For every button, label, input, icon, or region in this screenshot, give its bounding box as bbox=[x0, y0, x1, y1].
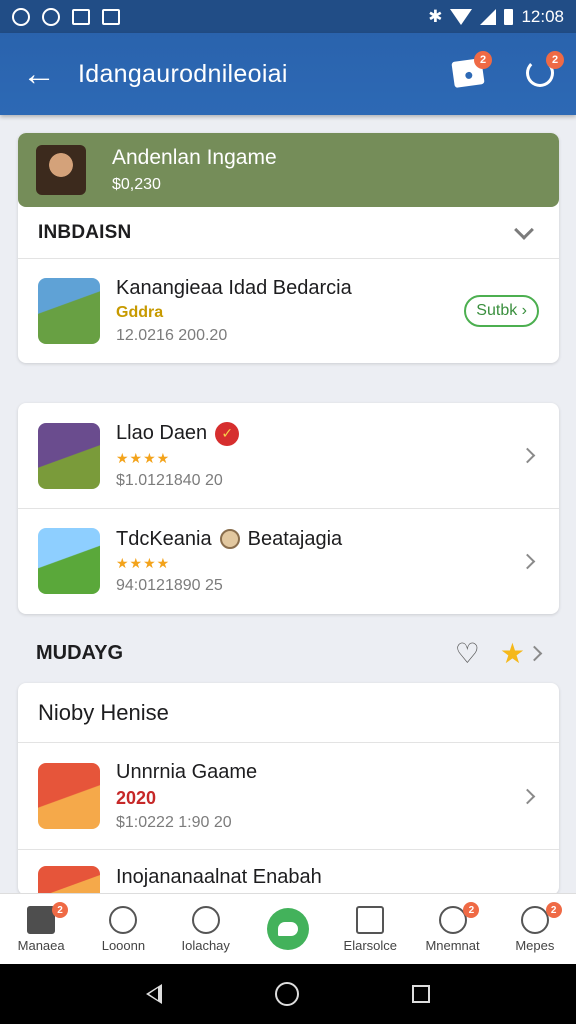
list-item[interactable]: TdcKeania Beatajagia ★★★★ 94:0121890 25 bbox=[18, 508, 559, 613]
history-card: Nioby Henise Unnrnia Gaame 2020 $1:0222 … bbox=[18, 683, 559, 895]
list-item[interactable]: Kanangieaa Idad Bedarcia Gddra 12.0216 2… bbox=[18, 259, 559, 363]
nav-chat[interactable] bbox=[247, 894, 329, 964]
signal-icon bbox=[480, 8, 497, 25]
gallery-icon bbox=[72, 8, 90, 25]
game-thumbnail bbox=[38, 278, 100, 344]
item-year: 2020 bbox=[116, 787, 157, 808]
item-title-row: TdcKeania Beatajagia bbox=[116, 528, 522, 551]
refresh-button[interactable]: 2 bbox=[520, 51, 564, 93]
system-nav-bar bbox=[0, 964, 576, 1024]
nav-friends[interactable]: Iolachay bbox=[165, 894, 247, 964]
users-icon bbox=[191, 905, 220, 934]
chevron-down-icon[interactable] bbox=[514, 219, 534, 240]
bluetooth-icon: ✱ bbox=[428, 6, 443, 26]
system-recents-icon[interactable] bbox=[411, 985, 430, 1003]
rating-stars: ★★★★ bbox=[116, 554, 171, 571]
featured-card: Andenlan Ingame $0,230 INBDAISN Kanangie… bbox=[18, 133, 559, 363]
system-home-icon[interactable] bbox=[274, 982, 299, 1006]
heart-icon[interactable]: ♡ bbox=[455, 637, 480, 670]
card-title: Nioby Henise bbox=[18, 683, 559, 743]
refresh-badge: 2 bbox=[546, 51, 564, 69]
item-title: TdcKeania bbox=[116, 527, 212, 550]
item-meta: 12.0216 200.20 bbox=[116, 327, 228, 344]
chevron-right-icon bbox=[519, 553, 536, 569]
item-meta: $1.0121840 20 bbox=[116, 471, 223, 489]
featured-title: Andenlan Ingame bbox=[112, 146, 277, 169]
nav-label: Manaea bbox=[17, 937, 65, 953]
page-title: Idangaurodnileoiai bbox=[78, 59, 288, 88]
section-label: MUDAYG bbox=[36, 641, 124, 664]
featured-price: $0,230 bbox=[112, 176, 161, 193]
item-tag: Gddra bbox=[116, 304, 164, 321]
notification-icon bbox=[12, 7, 30, 26]
nav-docs[interactable]: Elarsolce bbox=[329, 894, 411, 964]
message-icon bbox=[520, 905, 549, 934]
wallet-badge: 2 bbox=[474, 51, 492, 69]
nav-settings[interactable]: Mnemnat 2 bbox=[411, 894, 493, 964]
section-label: INBDAISN bbox=[38, 221, 132, 243]
featured-banner[interactable]: Andenlan Ingame $0,230 bbox=[18, 133, 559, 207]
bottom-nav: Manaea 2 Looonn Iolachay Elarsolce Mnemn… bbox=[0, 893, 576, 964]
item-meta: $1:0222 1:90 20 bbox=[116, 813, 232, 831]
status-time: 12:08 bbox=[521, 6, 564, 26]
home-icon bbox=[27, 905, 56, 934]
section-header[interactable]: INBDAISN bbox=[18, 207, 559, 259]
nav-badge: 2 bbox=[52, 902, 68, 918]
game-thumbnail bbox=[38, 422, 100, 489]
chevron-right-icon bbox=[519, 447, 536, 464]
list-item[interactable]: Llao Daen ✓ ★★★★ $1.0121840 20 bbox=[18, 403, 559, 508]
nav-messages[interactable]: Mepes 2 bbox=[494, 894, 576, 964]
wallet-button[interactable]: 2 bbox=[448, 51, 492, 93]
arrow-left-icon: ← bbox=[22, 54, 56, 93]
list-item[interactable]: Unnrnia Gaame 2020 $1:0222 1:90 20 bbox=[18, 743, 559, 849]
back-button[interactable]: ← bbox=[0, 33, 78, 115]
status-bar: ✱ 12:08 bbox=[0, 0, 576, 33]
nav-badge: 2 bbox=[463, 902, 480, 918]
subscribe-button[interactable]: Sutbk › bbox=[464, 295, 539, 327]
game-thumbnail bbox=[38, 528, 100, 594]
battery-icon bbox=[504, 8, 514, 25]
face-icon bbox=[219, 529, 240, 549]
section-header: MUDAYG ♡ ★ bbox=[36, 630, 546, 676]
chevron-right-icon[interactable] bbox=[526, 645, 543, 661]
item-meta: 94:0121890 25 bbox=[116, 576, 223, 594]
game-thumbnail bbox=[38, 763, 100, 829]
wifi-icon bbox=[450, 8, 473, 25]
nav-home[interactable]: Manaea 2 bbox=[0, 894, 82, 964]
star-icon[interactable]: ★ bbox=[500, 637, 525, 670]
nav-label: Mnemnat bbox=[425, 937, 480, 953]
games-list-card: Llao Daen ✓ ★★★★ $1.0121840 20 TdcKeania… bbox=[18, 403, 559, 614]
rating-stars: ★★★★ bbox=[116, 449, 171, 466]
gear-icon bbox=[438, 905, 467, 934]
nav-label: Iolachay bbox=[181, 937, 230, 953]
sync-icon bbox=[42, 7, 60, 26]
featured-avatar bbox=[36, 145, 86, 195]
document-icon bbox=[356, 905, 385, 934]
chevron-right-icon bbox=[519, 788, 536, 804]
system-back-icon[interactable] bbox=[146, 984, 163, 1004]
message-icon bbox=[102, 8, 120, 25]
nav-profile[interactable]: Looonn bbox=[82, 894, 164, 964]
user-icon bbox=[109, 905, 138, 934]
item-title: Llao Daen bbox=[116, 422, 208, 444]
nav-badge: 2 bbox=[545, 902, 562, 918]
chat-icon bbox=[266, 908, 309, 950]
app-bar: ← Idangaurodnileoiai 2 2 bbox=[0, 33, 576, 115]
item-title-suffix: Beatajagia bbox=[247, 527, 343, 550]
item-title: Inojananaalnat Enabah bbox=[116, 866, 322, 888]
item-title: Unnrnia Gaame bbox=[116, 760, 258, 783]
game-thumbnail bbox=[38, 866, 100, 895]
nav-label: Mepes bbox=[515, 937, 555, 953]
fire-icon: ✓ bbox=[215, 421, 240, 446]
nav-label: Elarsolce bbox=[343, 937, 397, 953]
item-title-row: Llao Daen ✓ bbox=[116, 421, 522, 446]
nav-label: Looonn bbox=[101, 937, 146, 953]
item-title: Kanangieaa Idad Bedarcia bbox=[116, 277, 352, 299]
list-item[interactable]: Inojananaalnat Enabah bbox=[18, 849, 559, 895]
